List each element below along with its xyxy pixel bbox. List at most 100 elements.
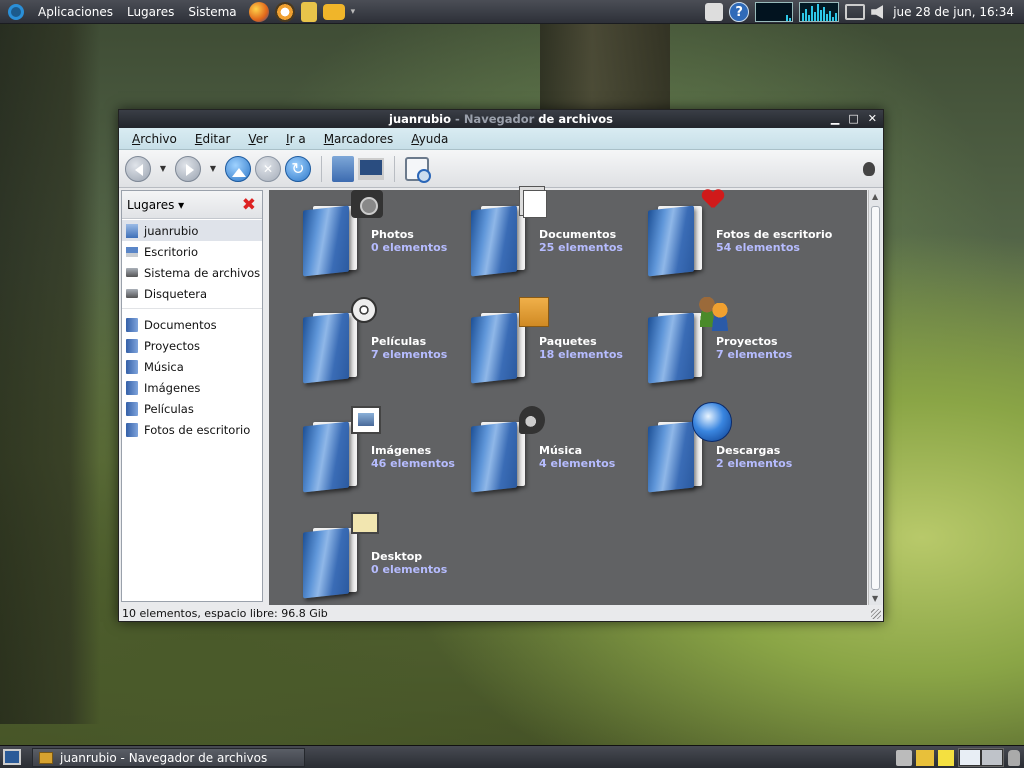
menu-archivo[interactable]: Archivo — [123, 132, 186, 146]
resize-grip-icon[interactable] — [871, 609, 881, 619]
throbber-icon — [863, 162, 875, 176]
docs-emblem-icon — [523, 190, 547, 218]
workspace-1[interactable] — [959, 749, 981, 766]
launcher-dropdown-icon[interactable]: ▾ — [351, 7, 356, 17]
film-emblem-icon — [351, 297, 377, 323]
launcher-icon[interactable] — [274, 1, 295, 22]
stop-icon[interactable]: ✕ — [255, 155, 281, 182]
menu-marcadores[interactable]: Marcadores — [315, 132, 403, 146]
sidebar-item-sistema-de-archivos[interactable]: Sistema de archivos — [122, 262, 262, 283]
sidebar-item-proyectos[interactable]: Proyectos — [122, 335, 262, 356]
gnome-foot-icon[interactable] — [8, 3, 24, 20]
back-history-dropdown-icon[interactable]: ▼ — [155, 164, 171, 173]
menu-editar[interactable]: Editar — [186, 132, 240, 146]
folder-imágenes[interactable]: Imágenes 46 elementos — [303, 406, 473, 506]
archive-icon[interactable] — [916, 749, 934, 766]
help-icon[interactable]: ? — [729, 2, 750, 22]
sidebar-item-label: Documentos — [144, 317, 217, 332]
trash-icon[interactable] — [1008, 749, 1020, 766]
menu-lugares[interactable]: Lugares — [127, 5, 174, 19]
close-sidebar-icon[interactable]: ✖ — [242, 195, 256, 215]
menu-ir-a[interactable]: Ir a — [277, 132, 315, 146]
sidebar-item-label: Películas — [144, 401, 194, 416]
title-rest: de archivos — [534, 112, 613, 126]
sidebar-item-juanrubio[interactable]: juanrubio — [122, 220, 262, 241]
network-icon[interactable] — [845, 4, 866, 20]
show-desktop-icon[interactable] — [3, 749, 21, 765]
image-emblem-icon — [351, 406, 381, 434]
menu-aplicaciones[interactable]: Aplicaciones — [38, 5, 113, 19]
notes-icon[interactable] — [938, 749, 954, 766]
menu-sistema[interactable]: Sistema — [188, 5, 236, 19]
folder-name: Música — [539, 444, 583, 457]
trash-applet-icon[interactable] — [896, 749, 912, 766]
forward-history-dropdown-icon[interactable]: ▼ — [205, 164, 221, 173]
taskbar-label: juanrubio - Navegador de archivos — [60, 750, 268, 765]
menu-ver[interactable]: Ver — [239, 132, 277, 146]
close-icon[interactable]: ✕ — [868, 110, 877, 128]
folder-paquetes[interactable]: Paquetes 18 elementos — [471, 297, 641, 397]
folder-documentos[interactable]: Documentos 25 elementos — [471, 190, 641, 290]
desk-icon — [126, 246, 138, 257]
folder-fotos-de-escritorio[interactable]: Fotos de escritorio 54 elementos — [648, 190, 832, 290]
cpu-monitor[interactable] — [755, 2, 794, 22]
firefox-icon[interactable] — [248, 1, 269, 22]
sidebar-item-fotos-de-escritorio[interactable]: Fotos de escritorio — [122, 419, 262, 440]
back-icon[interactable] — [125, 155, 151, 182]
icon-view[interactable]: Photos 0 elementos Documentos 25 elementos F… — [269, 190, 867, 605]
menubar: Archivo Editar Ver Ir a Marcadores Ayuda — [119, 128, 883, 150]
title-app: Navegador — [463, 112, 535, 126]
zoom-icon[interactable] — [405, 156, 431, 183]
maximize-icon[interactable]: □ — [848, 110, 858, 128]
system-tray: ? jue 28 de jun, 16:34 — [705, 2, 1020, 22]
folder-name: Desktop — [371, 550, 423, 563]
folder-desktop[interactable]: Desktop 0 elementos — [303, 512, 473, 612]
sidebar-item-disquetera[interactable]: Disquetera — [122, 283, 262, 304]
folder-proyectos[interactable]: Proyectos 7 elementos — [648, 297, 818, 397]
taskbar-button[interactable]: juanrubio - Navegador de archivos — [32, 748, 305, 767]
vertical-scrollbar[interactable]: ▲ ▼ — [868, 190, 882, 605]
file-manager-icon — [39, 751, 53, 764]
up-icon[interactable] — [225, 155, 251, 182]
bottom-tray — [896, 748, 1020, 767]
home-icon[interactable] — [332, 155, 354, 182]
notification-icon[interactable] — [705, 3, 724, 21]
volume-icon[interactable] — [871, 5, 884, 19]
folder-descargas[interactable]: Descargas 2 elementos — [648, 402, 818, 506]
app-icon[interactable] — [322, 3, 345, 20]
title-sep: - — [451, 112, 464, 126]
scroll-down-icon[interactable]: ▼ — [872, 594, 878, 603]
scroll-thumb[interactable] — [871, 206, 880, 590]
sidebar-item-documentos[interactable]: Documentos — [122, 314, 262, 335]
folder-item-count: 2 elementos — [716, 457, 793, 470]
computer-icon[interactable] — [358, 157, 384, 180]
title-user: juanrubio — [389, 112, 452, 126]
folder-música[interactable]: Música 4 elementos — [471, 406, 641, 506]
scroll-up-icon[interactable]: ▲ — [872, 192, 878, 201]
clock[interactable]: jue 28 de jun, 16:34 — [889, 5, 1020, 19]
sidebar-item-música[interactable]: Música — [122, 356, 262, 377]
forward-icon[interactable] — [175, 155, 201, 182]
menu-ayuda[interactable]: Ayuda — [402, 132, 457, 146]
minimize-icon[interactable]: ▁ — [831, 110, 839, 128]
workspace-2[interactable] — [981, 749, 1003, 766]
window-titlebar[interactable]: juanrubio - Navegador de archivos ▁ □ ✕ — [119, 110, 883, 128]
sidebar-item-escritorio[interactable]: Escritorio — [122, 241, 262, 262]
folder-item-count: 7 elementos — [716, 348, 793, 361]
places-dropdown[interactable]: Lugares ▾ — [127, 198, 184, 212]
sidebar-item-películas[interactable]: Películas — [122, 398, 262, 419]
toolbar: ▼ ▼ ✕ ↻ — [119, 150, 883, 188]
folder-icon — [648, 204, 704, 277]
folder-icon — [126, 422, 138, 437]
places-list: juanrubio Escritorio Sistema de archivos Di… — [122, 219, 262, 304]
note-icon[interactable] — [300, 1, 317, 22]
sidebar-item-imágenes[interactable]: Imágenes — [122, 377, 262, 398]
folder-photos[interactable]: Photos 0 elementos — [303, 190, 473, 290]
reload-icon[interactable]: ↻ — [285, 155, 311, 182]
folder-name: Fotos de escritorio — [716, 228, 833, 241]
globe-emblem-icon — [692, 402, 732, 442]
net-monitor[interactable] — [799, 2, 840, 22]
drive-icon — [126, 289, 138, 298]
sidebar-header: Lugares ▾ ✖ — [122, 191, 262, 219]
folder-películas[interactable]: Películas 7 elementos — [303, 297, 473, 397]
